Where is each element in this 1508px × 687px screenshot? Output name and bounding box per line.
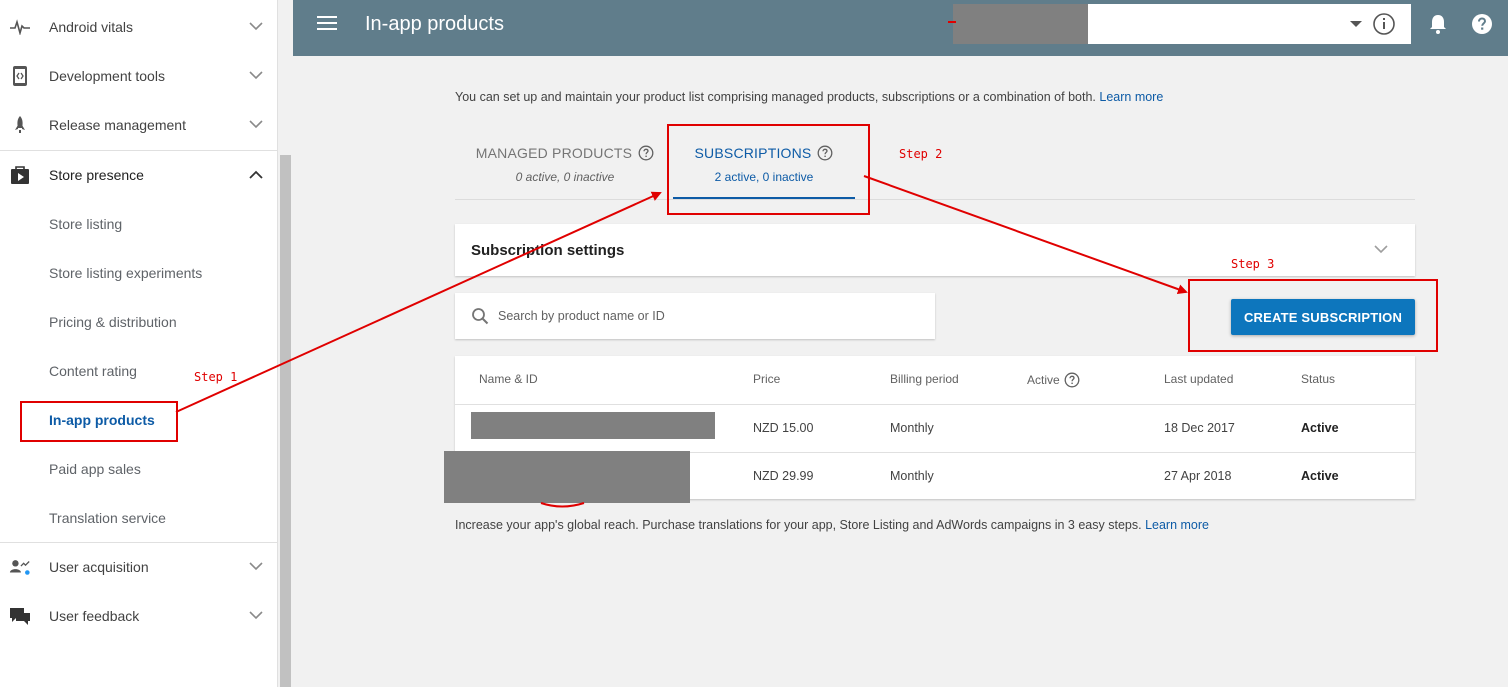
help-circle-icon[interactable] — [638, 145, 654, 161]
sidebar-item-label: Release management — [49, 116, 186, 133]
search-input[interactable] — [498, 306, 918, 326]
store-icon — [9, 164, 31, 186]
tabs-divider — [455, 199, 1415, 200]
redacted-product-name — [444, 451, 690, 503]
search-box — [455, 293, 935, 339]
vitals-icon — [9, 16, 31, 38]
translation-promo: Increase your app's global reach. Purcha… — [455, 518, 1209, 532]
updated-cell: 18 Dec 2017 — [1164, 421, 1235, 435]
annotation-mark — [540, 502, 585, 508]
billing-cell: Monthly — [890, 421, 934, 435]
tab-label: MANAGED PRODUCTS — [475, 145, 633, 161]
promo-text: Increase your app's global reach. Purcha… — [455, 518, 1142, 532]
column-header-active[interactable]: Active — [1027, 372, 1080, 388]
dropdown-caret-icon[interactable] — [1350, 21, 1362, 27]
column-header-name[interactable]: Name & ID — [479, 372, 538, 386]
scrollbar-thumb[interactable] — [280, 155, 291, 687]
help-icon[interactable] — [1470, 12, 1494, 36]
price-cell: NZD 15.00 — [753, 421, 814, 435]
price-cell: NZD 29.99 — [753, 469, 814, 483]
sidebar-item-label: Development tools — [49, 67, 165, 84]
dev-tools-icon — [9, 65, 31, 87]
sidebar-item-android-vitals[interactable]: Android vitals — [0, 2, 277, 51]
sidebar-item-user-feedback[interactable]: User feedback — [0, 591, 277, 640]
sidebar-subitem-paid-app-sales[interactable]: Paid app sales — [49, 461, 141, 477]
intro-description: You can set up and maintain your product… — [455, 90, 1096, 104]
sidebar-item-development-tools[interactable]: Development tools — [0, 51, 277, 100]
column-header-last-updated[interactable]: Last updated — [1164, 372, 1233, 386]
annotation-label-step1: Step 1 — [194, 370, 238, 384]
app-selector[interactable] — [953, 4, 1411, 44]
annotation-box-step3 — [1188, 279, 1438, 352]
chevron-down-icon — [247, 116, 265, 134]
status-cell: Active — [1301, 469, 1339, 483]
hamburger-menu-icon[interactable] — [317, 16, 337, 34]
column-header-price[interactable]: Price — [753, 372, 780, 386]
notifications-bell-icon[interactable] — [1426, 12, 1450, 36]
user-acquisition-icon — [9, 556, 31, 578]
chevron-down-icon — [247, 18, 265, 36]
column-header-label: Active — [1027, 373, 1060, 387]
sidebar-item-label: User acquisition — [49, 558, 149, 575]
panel-title: Subscription settings — [471, 242, 625, 259]
annotation-box-step1 — [20, 401, 178, 442]
sidebar-scrollbar[interactable] — [277, 0, 293, 687]
learn-more-link[interactable]: Learn more — [1099, 90, 1163, 104]
column-header-status[interactable]: Status — [1301, 372, 1335, 386]
redacted-product-name — [471, 412, 715, 439]
sidebar-item-store-presence[interactable]: Store presence — [0, 150, 277, 199]
billing-cell: Monthly — [890, 469, 934, 483]
sidebar-subitem-pricing-distribution[interactable]: Pricing & distribution — [49, 314, 177, 330]
sidebar-subitem-translation-service[interactable]: Translation service — [49, 510, 166, 526]
sidebar: Android vitals Development tools Release… — [0, 0, 277, 687]
learn-more-link[interactable]: Learn more — [1145, 518, 1209, 532]
info-icon[interactable] — [1372, 12, 1396, 36]
table-row[interactable]: NZD 15.00 Monthly 18 Dec 2017 Active — [455, 404, 1415, 452]
sidebar-item-user-acquisition[interactable]: User acquisition — [0, 542, 277, 591]
sidebar-item-label: Android vitals — [49, 18, 134, 35]
sidebar-subitem-store-listing-experiments[interactable]: Store listing experiments — [49, 265, 202, 281]
annotation-box-step2 — [667, 124, 870, 215]
top-app-bar: In-app products — [293, 0, 1508, 56]
updated-cell: 27 Apr 2018 — [1164, 469, 1232, 483]
intro-text: You can set up and maintain your product… — [455, 90, 1163, 104]
annotation-label-step2: Step 2 — [899, 147, 943, 161]
feedback-icon — [9, 605, 31, 627]
page-title: In-app products — [365, 13, 504, 35]
annotation-label-step3: Step 3 — [1231, 257, 1275, 271]
chevron-down-icon[interactable] — [1372, 240, 1390, 258]
chevron-up-icon — [247, 166, 265, 184]
help-circle-icon[interactable] — [1064, 372, 1080, 388]
chevron-down-icon — [247, 558, 265, 576]
sidebar-item-label: Store presence — [49, 166, 144, 183]
tab-count: 0 active, 0 inactive — [515, 170, 615, 184]
status-cell: Active — [1301, 421, 1339, 435]
sidebar-subitem-store-listing[interactable]: Store listing — [49, 216, 122, 232]
search-icon — [472, 308, 489, 325]
chevron-down-icon — [247, 607, 265, 625]
tab-managed-products[interactable]: MANAGED PRODUCTS 0 active, 0 inactive — [470, 145, 660, 184]
redacted-app-name — [953, 4, 1088, 44]
sidebar-subitem-content-rating[interactable]: Content rating — [49, 363, 137, 379]
column-header-billing[interactable]: Billing period — [890, 372, 959, 386]
sidebar-item-label: User feedback — [49, 607, 140, 624]
sidebar-item-release-management[interactable]: Release management — [0, 100, 277, 149]
chevron-down-icon — [247, 67, 265, 85]
rocket-icon — [9, 114, 31, 136]
